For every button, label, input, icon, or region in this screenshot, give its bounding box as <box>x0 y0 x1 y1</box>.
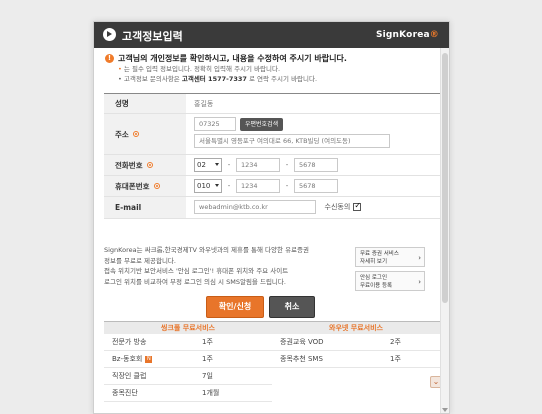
required-mark-icon <box>146 162 153 168</box>
titlebar: 고객정보입력 SignKorea® <box>94 22 449 48</box>
mobile-row: 휴대폰번호 010-1234-5678 <box>104 176 440 197</box>
chevron-down-icon <box>215 184 219 187</box>
email-label: E-mail <box>104 197 186 218</box>
back-arrow-icon[interactable] <box>103 28 116 41</box>
chevron-right-icon: › <box>418 278 421 286</box>
list-item: Bz-동호회 N 1주 <box>104 351 272 368</box>
scroll-down-icon[interactable] <box>442 408 448 412</box>
email-input[interactable]: webadmin@ktb.co.kr <box>194 200 316 214</box>
zip-search-button[interactable]: 우편번호검색 <box>240 117 284 131</box>
email-row: E-mail webadmin@ktb.co.kr 수신동의 <box>104 197 440 219</box>
customer-form: 성명 홍길동 주소 07325 우편번호검색 서울특별시 영등포구 여의대로 66… <box>104 93 440 219</box>
free-service-details-button[interactable]: 무료 증권 서비스 자세히 보기 › <box>355 247 425 267</box>
chevron-right-icon: › <box>418 254 421 262</box>
vertical-scrollbar[interactable] <box>440 48 449 413</box>
phone-area-select[interactable]: 02 <box>194 158 222 172</box>
safe-login-register-button[interactable]: 안심 로그인 무료이용 등록 › <box>355 271 425 291</box>
phone-row: 전화번호 02-1234-5678 <box>104 155 440 176</box>
list-item: 직장인 클럽 7일 <box>104 368 272 385</box>
name-label: 성명 <box>104 94 186 113</box>
notice: ! 고객님의 개인정보를 확인하시고, 내용을 수정하여 주시기 바랍니다. •… <box>105 53 439 84</box>
chevron-down-icon <box>215 163 219 166</box>
alert-icon: ! <box>105 54 114 63</box>
cancel-button[interactable]: 취소 <box>269 296 315 318</box>
new-badge: N <box>145 355 153 363</box>
mobile-mid-input[interactable]: 1234 <box>236 179 280 193</box>
mobile-last-input[interactable]: 5678 <box>294 179 338 193</box>
phone-mid-input[interactable]: 1234 <box>236 158 280 172</box>
confirm-button[interactable]: 확인/신청 <box>206 296 264 318</box>
service-info: SignKorea는 싸크롭,한국경제TV 와우넷과의 제휴를 통해 다양한 유… <box>104 246 309 286</box>
list-item: 증권교육 VOD 2주 <box>272 334 440 351</box>
mobile-prefix-select[interactable]: 010 <box>194 179 222 193</box>
mobile-label: 휴대폰번호 <box>104 176 186 196</box>
required-mark-icon <box>132 131 139 137</box>
customer-info-window: 고객정보입력 SignKorea® ! 고객님의 개인정보를 확인하시고, 내용… <box>93 21 450 414</box>
name-row: 성명 홍길동 <box>104 94 440 114</box>
phone-label: 전화번호 <box>104 155 186 175</box>
list-item: 종목추천 SMS 1주 <box>272 351 440 368</box>
wownet-services-header: 와우넷 무료서비스 <box>272 321 440 334</box>
required-mark-icon <box>153 183 160 189</box>
notice-main: 고객님의 개인정보를 확인하시고, 내용을 수정하여 주시기 바랍니다. <box>118 54 347 63</box>
list-item: 종목진단 1개월 <box>104 385 272 402</box>
phone-last-input[interactable]: 5678 <box>294 158 338 172</box>
address-label: 주소 <box>104 114 186 154</box>
signkorea-logo: SignKorea® <box>375 30 439 40</box>
address-row: 주소 07325 우편번호검색 서울특별시 영등포구 여의대로 66, KTB빌딩… <box>104 114 440 155</box>
notice-contact: • 고객정보 문의사항은 고객센터 1577-7337 로 연락 주시기 바랍니… <box>118 75 318 83</box>
checkbox-checked-icon[interactable] <box>353 201 362 211</box>
free-services-table: 씽크풀 무료서비스 전문가 방송 1주 Bz-동호회 N 1주 직장인 클럽 7일 종목… <box>104 321 440 413</box>
window-title: 고객정보입력 <box>122 30 183 43</box>
address-input[interactable]: 서울특별시 영등포구 여의대로 66, KTB빌딩 (여의도동) <box>194 134 390 148</box>
zip-input[interactable]: 07325 <box>194 117 236 131</box>
name-value: 홍길동 <box>194 100 214 108</box>
list-item: 전문가 방송 1주 <box>104 334 272 351</box>
scrollbar-thumb[interactable] <box>442 53 448 303</box>
thinkpool-services-header: 씽크풀 무료서비스 <box>104 321 272 334</box>
receive-consent-label: 수신동의 <box>324 203 351 211</box>
notice-required: • 는 필수 입력 정보입니다. 정확히 입력해 주시기 바랍니다. <box>118 65 281 73</box>
